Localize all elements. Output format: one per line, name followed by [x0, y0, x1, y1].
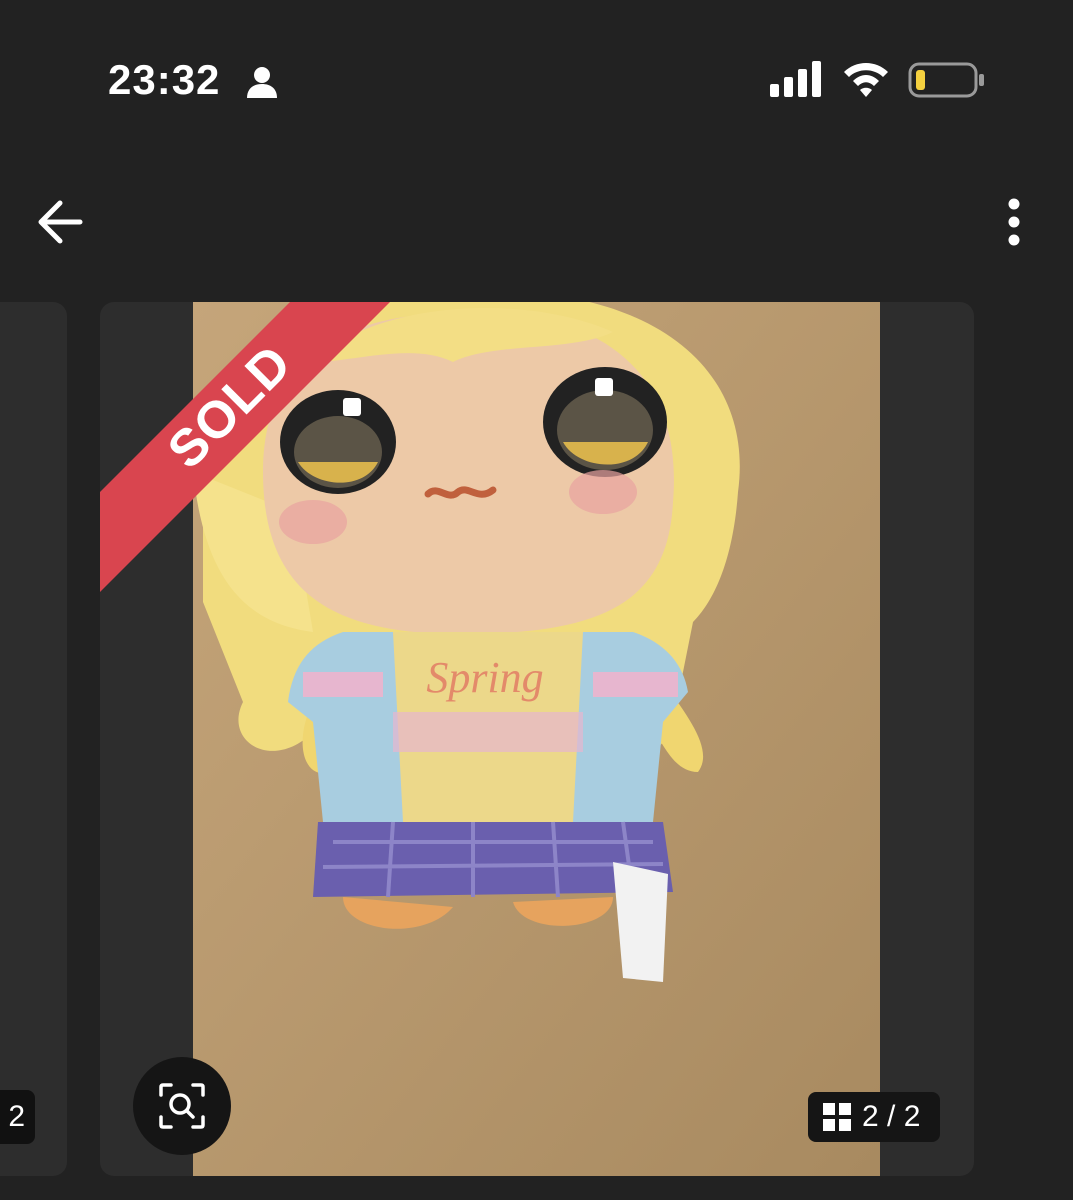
previous-image-counter: 2: [0, 1090, 35, 1144]
more-vertical-icon: [1008, 198, 1020, 246]
grid-icon: [823, 1103, 851, 1131]
zoom-button[interactable]: [133, 1057, 231, 1155]
battery-icon: [908, 62, 984, 98]
shirt-text: Spring: [426, 653, 543, 702]
zoom-search-icon: [159, 1083, 205, 1129]
back-button[interactable]: [28, 190, 92, 254]
person-icon: [247, 67, 277, 98]
main-image-card[interactable]: Spring SOLD 2 / 2: [100, 302, 974, 1176]
status-time: 23:32: [108, 56, 221, 103]
more-options-button[interactable]: [994, 190, 1034, 254]
wifi-icon: [844, 63, 888, 97]
sold-badge: SOLD: [100, 302, 400, 602]
image-counter-button[interactable]: 2 / 2: [808, 1092, 940, 1142]
arrow-left-icon: [38, 200, 83, 244]
image-counter-text: 2 / 2: [862, 1100, 921, 1133]
previous-image-card[interactable]: [0, 302, 67, 1176]
signal-icon: [770, 61, 821, 97]
